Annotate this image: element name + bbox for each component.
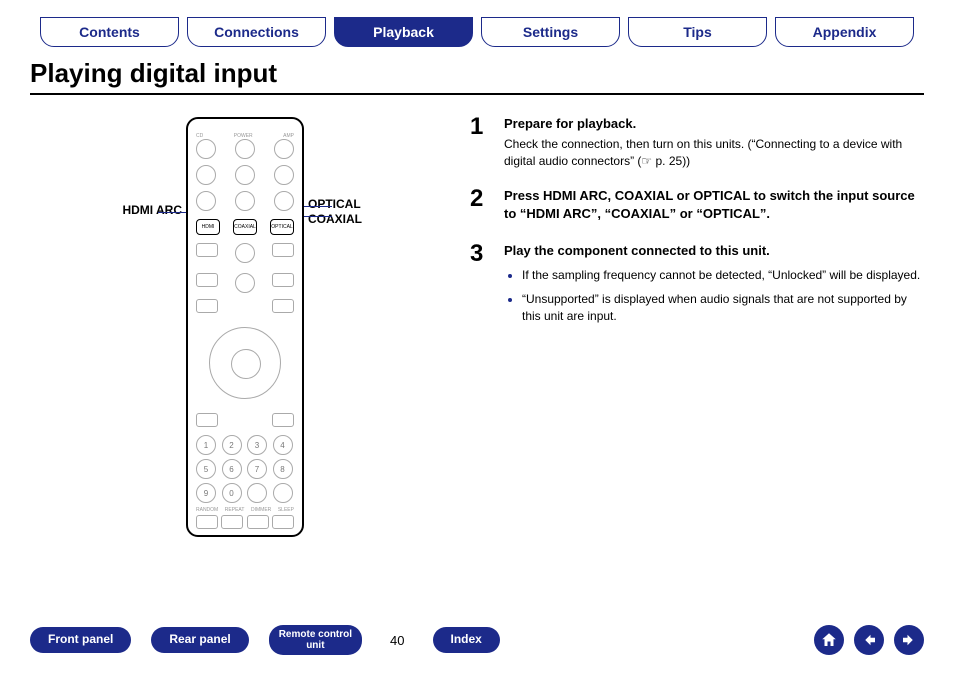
remote-hdmi-button: HDMI	[196, 219, 220, 235]
tab-playback[interactable]: Playback	[334, 17, 473, 47]
remote-dpad-icon	[209, 327, 281, 399]
step-1: 1 Prepare for playback. Check the connec…	[470, 115, 924, 171]
step-1-title: Prepare for playback.	[504, 115, 924, 134]
page-number: 40	[390, 633, 404, 648]
step-3-bullets: If the sampling frequency cannot be dete…	[504, 267, 924, 325]
leader-left	[158, 212, 186, 213]
remote-column: HDMI ARC OPTICAL COAXIAL CDPOWERAMP HDMI…	[30, 109, 460, 537]
step-number: 1	[470, 115, 490, 171]
page-title: Playing digital input	[30, 58, 924, 89]
top-tabs: Contents Connections Playback Settings T…	[30, 18, 924, 48]
remote-numpad: 1234 5678 90	[196, 435, 294, 503]
callout-optical: OPTICAL	[308, 197, 361, 211]
remote-input-row: HDMI COAXIAL OPTICAL	[196, 219, 294, 235]
footer-index-button[interactable]: Index	[433, 627, 500, 652]
steps-column: 1 Prepare for playback. Check the connec…	[470, 109, 924, 537]
remote-coaxial-button: COAXIAL	[233, 219, 257, 235]
step-2: 2 Press HDMI ARC, COAXIAL or OPTICAL to …	[470, 187, 924, 227]
home-icon[interactable]	[814, 625, 844, 655]
next-arrow-icon[interactable]	[894, 625, 924, 655]
tab-appendix[interactable]: Appendix	[775, 17, 914, 47]
step-number: 3	[470, 242, 490, 331]
remote-optical-button: OPTICAL	[270, 219, 294, 235]
step-3-title: Play the component connected to this uni…	[504, 242, 924, 261]
callout-coaxial: COAXIAL	[308, 212, 362, 226]
remote-bottom-labels: RANDOMREPEATDIMMERSLEEP	[196, 507, 294, 513]
content-area: HDMI ARC OPTICAL COAXIAL CDPOWERAMP HDMI…	[30, 109, 924, 537]
step-number: 2	[470, 187, 490, 227]
remote-control-icon: CDPOWERAMP HDMI COAXIAL OPTICAL	[186, 117, 304, 537]
step-3-bullet-2: “Unsupported” is displayed when audio si…	[522, 291, 924, 326]
leader-right-1	[304, 206, 332, 207]
prev-arrow-icon[interactable]	[854, 625, 884, 655]
footer-rear-panel-button[interactable]: Rear panel	[151, 627, 248, 652]
title-rule	[30, 93, 924, 95]
callout-hdmi-arc: HDMI ARC	[122, 203, 186, 217]
remote-wrap: HDMI ARC OPTICAL COAXIAL CDPOWERAMP HDMI…	[186, 117, 304, 537]
footer-front-panel-button[interactable]: Front panel	[30, 627, 131, 652]
callout-optical-coaxial: OPTICAL COAXIAL	[304, 197, 362, 227]
footer-nav: Front panel Rear panel Remote control un…	[30, 625, 924, 655]
tab-settings[interactable]: Settings	[481, 17, 620, 47]
step-1-body: Check the connection, then turn on this …	[504, 136, 924, 171]
leader-right-2	[304, 216, 332, 217]
footer-nav-icons	[814, 625, 924, 655]
footer-remote-control-button[interactable]: Remote control unit	[269, 625, 362, 655]
tab-connections[interactable]: Connections	[187, 17, 326, 47]
manual-page: Contents Connections Playback Settings T…	[0, 0, 954, 673]
step-2-title: Press HDMI ARC, COAXIAL or OPTICAL to sw…	[504, 187, 924, 225]
step-3: 3 Play the component connected to this u…	[470, 242, 924, 331]
tab-contents[interactable]: Contents	[40, 17, 179, 47]
step-3-bullet-1: If the sampling frequency cannot be dete…	[522, 267, 924, 284]
tab-tips[interactable]: Tips	[628, 17, 767, 47]
